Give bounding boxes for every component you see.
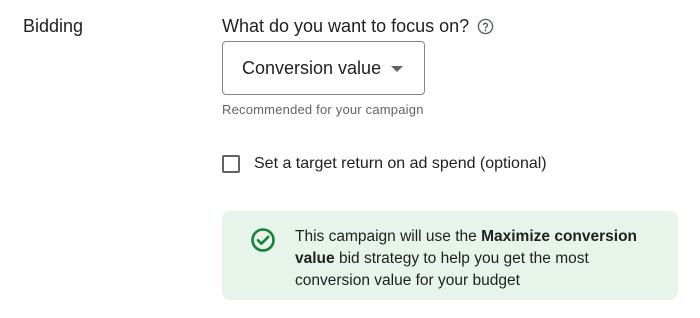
focus-question-row: What do you want to focus on?	[222, 14, 494, 38]
target-roas-option[interactable]: Set a target return on ad spend (optiona…	[222, 153, 547, 175]
recommendation-hint: Recommended for your campaign	[222, 102, 424, 117]
target-roas-label[interactable]: Set a target return on ad spend (optiona…	[254, 153, 547, 175]
info-text-start: This campaign will use the	[295, 228, 482, 245]
info-text-end: bid strategy to help you get the most co…	[295, 250, 589, 289]
help-circle-icon[interactable]	[477, 18, 494, 35]
target-roas-checkbox[interactable]	[222, 155, 240, 173]
section-label-bidding: Bidding	[23, 16, 84, 36]
check-circle-icon	[251, 228, 275, 252]
focus-dropdown-value: Conversion value	[242, 58, 382, 78]
focus-question: What do you want to focus on?	[222, 16, 470, 36]
bid-strategy-info-box: This campaign will use the Maximize conv…	[222, 211, 678, 300]
bid-strategy-info-text: This campaign will use the Maximize conv…	[295, 226, 655, 292]
focus-dropdown[interactable]: Conversion value	[222, 41, 425, 95]
chevron-down-icon	[391, 66, 404, 72]
